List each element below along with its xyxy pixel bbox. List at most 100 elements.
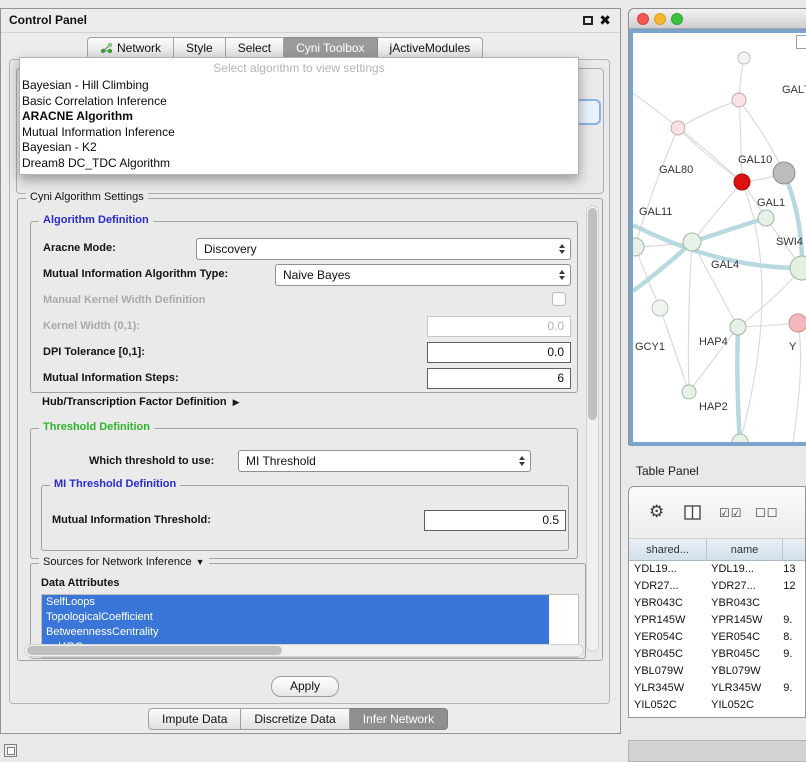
network-window-titlebar[interactable] [629, 9, 806, 29]
node-hap2[interactable] [682, 385, 696, 399]
manual-kernel-checkbox[interactable] [552, 292, 566, 306]
settings-horizontal-scrollbar[interactable] [24, 644, 584, 657]
cell[interactable]: YDL19... [629, 561, 706, 578]
network-graph: GAL7 GAL80 GAL10 GAL11 GAL1 SWI4 GAL4 GC… [633, 33, 806, 442]
table-row[interactable]: YBR043CYBR043C [629, 595, 805, 612]
cell[interactable] [781, 697, 805, 714]
node-swi4[interactable] [790, 256, 806, 280]
node[interactable] [652, 300, 668, 316]
column-header-partial[interactable] [783, 539, 805, 561]
table-row[interactable]: YIL052CYIL052C [629, 697, 805, 714]
node-gal2[interactable] [773, 162, 795, 184]
node-hap4[interactable] [730, 319, 746, 335]
minimize-traffic-light-icon[interactable] [654, 13, 666, 25]
expand-right-icon[interactable]: ▶ [233, 397, 240, 408]
apply-button[interactable]: Apply [271, 676, 339, 697]
table-row[interactable]: YBL079WYBL079W [629, 663, 805, 680]
cell[interactable]: YDR27... [706, 578, 781, 595]
cell[interactable]: 9. [781, 680, 805, 697]
cell[interactable]: YLR345W [706, 680, 781, 697]
cell[interactable]: 13 [781, 561, 805, 578]
close-traffic-light-icon[interactable] [637, 13, 649, 25]
dpi-tolerance-input[interactable]: 0.0 [427, 342, 571, 363]
tab-jactivemodules[interactable]: jActiveModules [378, 37, 484, 59]
mi-steps-input[interactable]: 6 [427, 368, 571, 389]
list-item-betweennesscentrality[interactable]: BetweennessCentrality [42, 625, 549, 640]
popup-option-bayesian-k2[interactable]: Bayesian - K2 [20, 140, 578, 156]
tab-select[interactable]: Select [226, 37, 284, 59]
cell[interactable]: YLR345W [629, 680, 706, 697]
popup-option-bayesian-hill-climbing[interactable]: Bayesian - Hill Climbing [20, 78, 578, 94]
cell[interactable]: YPR145W [629, 612, 706, 629]
cell[interactable]: YBR045C [706, 646, 781, 663]
node-pink[interactable] [789, 314, 806, 332]
node-gal4[interactable] [683, 233, 701, 251]
select-all-rows-icon[interactable]: ☑☑ [719, 506, 743, 520]
cell[interactable]: YER054C [706, 629, 781, 646]
table-row[interactable]: YDL19...YDL19...13 [629, 561, 805, 578]
cell[interactable]: YBR043C [629, 595, 706, 612]
cell[interactable]: YPR145W [706, 612, 781, 629]
cell[interactable]: YBL079W [629, 663, 706, 680]
tab-discretize-data[interactable]: Discretize Data [241, 708, 349, 730]
node[interactable] [738, 52, 750, 64]
show-columns-icon[interactable] [684, 505, 701, 520]
aracne-mode-combo[interactable]: Discovery [196, 238, 571, 260]
settings-vertical-scrollbar[interactable] [586, 205, 599, 652]
tab-cyni-toolbox[interactable]: Cyni Toolbox [284, 37, 377, 59]
network-canvas[interactable]: GAL7 GAL80 GAL10 GAL11 GAL1 SWI4 GAL4 GC… [629, 29, 806, 446]
tab-impute-data[interactable]: Impute Data [148, 708, 241, 730]
which-threshold-combo[interactable]: MI Threshold [238, 450, 531, 472]
tab-infer-network[interactable]: Infer Network [350, 708, 448, 730]
list-item-topologicalcoefficient[interactable]: TopologicalCoefficient [42, 610, 549, 625]
cell[interactable]: YBL079W [706, 663, 781, 680]
node[interactable] [732, 434, 748, 442]
close-window-icon[interactable]: ✖ [599, 12, 611, 29]
popup-option-basic-correlation[interactable]: Basic Correlation Inference [20, 94, 578, 110]
mi-threshold-input[interactable]: 0.5 [424, 510, 566, 531]
cell[interactable]: YBR043C [706, 595, 781, 612]
column-header-shared-name[interactable]: shared... [629, 539, 707, 561]
node-gal1[interactable] [758, 210, 774, 226]
kernel-width-input[interactable]: 0.0 [427, 316, 571, 337]
cell[interactable]: YBR045C [629, 646, 706, 663]
table-row[interactable]: YPR145WYPR145W9. [629, 612, 805, 629]
cell[interactable]: 9. [781, 612, 805, 629]
table-row[interactable]: YLR345WYLR345W9. [629, 680, 805, 697]
cell[interactable]: YIL052C [706, 697, 781, 714]
cell[interactable]: YDR27... [629, 578, 706, 595]
tab-network[interactable]: Network [87, 37, 174, 59]
node[interactable] [671, 121, 685, 135]
list-item-selfloops[interactable]: SelfLoops [42, 595, 549, 610]
cell[interactable]: 9. [781, 646, 805, 663]
hub-definition-section[interactable]: Hub/Transcription Factor Definition ▶ [42, 396, 239, 408]
tab-style[interactable]: Style [174, 37, 226, 59]
node[interactable] [732, 93, 746, 107]
table-row[interactable]: YBR045CYBR045C9. [629, 646, 805, 663]
node[interactable] [633, 238, 644, 256]
table-settings-gear-icon[interactable]: ⚙ [649, 502, 664, 522]
float-window-icon[interactable] [583, 16, 593, 25]
popup-option-aracne[interactable]: ARACNE Algorithm [20, 109, 578, 125]
scrollbar-thumb[interactable] [27, 646, 282, 655]
popup-option-dream8[interactable]: Dream8 DC_TDC Algorithm [20, 156, 578, 172]
node-gal10[interactable] [734, 174, 750, 190]
deselect-all-rows-icon[interactable]: ☐☐ [755, 506, 779, 520]
cell[interactable]: 8. [781, 629, 805, 646]
column-header-name[interactable]: name [707, 539, 783, 561]
table-row[interactable]: YER054CYER054C8. [629, 629, 805, 646]
mi-type-combo[interactable]: Naive Bayes [275, 264, 571, 286]
collapse-down-icon[interactable]: ▼ [196, 557, 205, 567]
cell[interactable]: YIL052C [629, 697, 706, 714]
table-row[interactable]: YDR27...YDR27...12 [629, 578, 805, 595]
cell[interactable] [781, 663, 805, 680]
cell[interactable]: 12 [781, 578, 805, 595]
scrollbar-thumb[interactable] [588, 208, 597, 420]
restore-panel-icon[interactable] [4, 744, 17, 757]
sources-legend[interactable]: Sources for Network Inference ▼ [39, 556, 209, 568]
cell[interactable] [781, 595, 805, 612]
popup-option-mutual-information[interactable]: Mutual Information Inference [20, 125, 578, 141]
cell[interactable]: YER054C [629, 629, 706, 646]
cell[interactable]: YDL19... [706, 561, 781, 578]
zoom-traffic-light-icon[interactable] [671, 13, 683, 25]
